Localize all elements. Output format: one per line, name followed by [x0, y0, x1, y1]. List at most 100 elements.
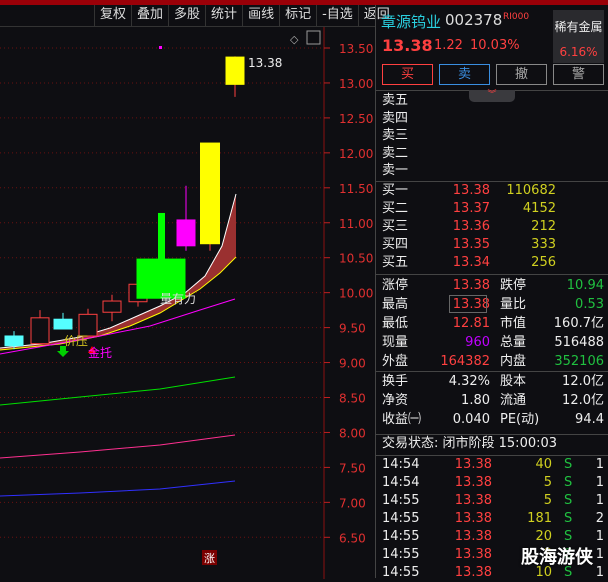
y-tick-label: 10.50	[339, 252, 373, 266]
tick-count: 1	[595, 475, 604, 490]
bid-volume: 333	[531, 237, 556, 252]
tick-price: 13.38	[454, 529, 492, 544]
divider	[376, 274, 608, 275]
ask-row: 卖一	[382, 162, 604, 180]
tick-price: 13.38	[454, 565, 492, 580]
bid-price: 13.34	[452, 255, 490, 270]
tick-side: S	[564, 493, 573, 508]
bid-label: 买五	[382, 255, 409, 270]
annotation-volume-strong: 量有力	[160, 292, 196, 306]
ask-label: 卖一	[382, 163, 409, 179]
toolbar-restore-rights[interactable]: 复权	[94, 5, 131, 26]
tick-price: 13.38	[454, 493, 492, 508]
status-row: 交易状态: 闭市阶段 15:00:03	[382, 435, 604, 453]
bid-volume: 110682	[506, 183, 556, 198]
ma-green-line	[0, 376, 236, 406]
tick-count: 1	[595, 493, 604, 508]
bid-row: 买五 13.34 256	[382, 254, 604, 272]
stat-row: 外盘 164382 内盘 352106	[382, 353, 604, 371]
tick-volume: 5	[543, 493, 552, 508]
y-tick-label: 8.50	[339, 392, 366, 406]
diamond-icon[interactable]: ◇	[290, 33, 299, 46]
sell-button[interactable]: 卖	[439, 64, 490, 85]
stat-value: 10.94	[566, 278, 604, 293]
stat-label: 流通	[500, 393, 527, 408]
toolbar-multi-stock[interactable]: 多股	[168, 5, 205, 26]
tick-count: 1	[595, 547, 604, 562]
limit-up-marker: 涨	[204, 552, 215, 565]
watermark: 股海游侠	[521, 547, 593, 568]
stat-value: 13.38	[452, 278, 490, 293]
toolbar-statistics[interactable]: 统计	[205, 5, 242, 26]
candle	[102, 294, 122, 322]
bid-price: 13.37	[452, 201, 490, 216]
last-price-label: 13.38	[248, 56, 282, 70]
alert-button[interactable]: 警	[553, 64, 604, 85]
tick-time: 14:55	[382, 529, 420, 544]
buy-button[interactable]: 买	[382, 64, 433, 85]
stat-value: 160.7亿	[553, 316, 604, 331]
toolbar-overlay[interactable]: 叠加	[131, 5, 168, 26]
stat-row: 现量 960 总量 516488	[382, 334, 604, 352]
y-tick-label: 8.00	[339, 426, 366, 440]
bid-price: 13.38	[452, 183, 490, 198]
tick-count: 1	[595, 565, 604, 580]
y-tick-label: 9.50	[339, 322, 366, 336]
sector-name: 稀有金属	[554, 20, 603, 34]
candle	[200, 142, 220, 251]
y-tick-label: 9.00	[339, 357, 366, 371]
bid-label: 买三	[382, 219, 409, 234]
bid-label: 买一	[382, 183, 409, 198]
bid-volume: 256	[531, 255, 556, 270]
toolbar-remove-watchlist[interactable]: -自选	[316, 5, 358, 26]
stat-value: 4.32%	[448, 374, 490, 389]
ma-blue-line	[0, 480, 236, 497]
toolbar-draw[interactable]: 画线	[242, 5, 279, 26]
kline-chart[interactable]: 价压 金托 量有力 13.38 ◇ 涨 13.50 13.00 12.50 12.00…	[0, 26, 375, 579]
stat-row: 最低 12.81 市值 160.7亿	[382, 315, 604, 333]
tick-count: 1	[595, 457, 604, 472]
stock-tag: RI000	[503, 12, 530, 22]
panel-toggle-icon[interactable]	[306, 30, 321, 45]
y-tick-label: 13.00	[339, 77, 373, 91]
stat-value: 960	[465, 335, 490, 350]
ask-row: 卖四	[382, 110, 604, 128]
stat-value: 12.0亿	[562, 393, 604, 408]
tick-price: 13.38	[454, 547, 492, 562]
stat-row: 最高 13.38 量比 0.53	[382, 296, 604, 314]
cancel-button[interactable]: 撤	[496, 64, 547, 85]
stat-label: 最低	[382, 316, 409, 331]
bid-volume: 212	[531, 219, 556, 234]
bid-volume: 4152	[522, 201, 556, 216]
ask-row: 卖三	[382, 127, 604, 145]
tick-row: 14:55 13.38 181 S 2	[382, 510, 604, 528]
annotation-price-pressure: 价压	[64, 334, 88, 348]
stat-row: 换手 4.32% 股本 12.0亿	[382, 373, 604, 391]
stat-label: 现量	[382, 335, 409, 350]
chart-toolbar: 复权 叠加 多股 统计 画线 标记 -自选 返回	[94, 5, 395, 26]
tick-row: 14:55 13.38 5 S 1	[382, 492, 604, 510]
bid-row: 买三 13.36 212	[382, 218, 604, 236]
stat-label: 跌停	[500, 278, 527, 293]
high-box	[449, 295, 487, 313]
marker-dot	[159, 46, 162, 49]
stat-row: 净资 1.80 流通 12.0亿	[382, 392, 604, 410]
y-tick-label: 12.00	[339, 147, 373, 161]
stat-row: 涨停 13.38 跌停 10.94	[382, 277, 604, 295]
stat-label: 最高	[382, 297, 409, 312]
tick-side: S	[564, 511, 573, 526]
tick-time: 14:55	[382, 511, 420, 526]
toolbar-mark[interactable]: 标记	[279, 5, 316, 26]
ask-label: 卖二	[382, 145, 409, 161]
ma-pink-line	[0, 434, 236, 459]
y-tick-label: 13.50	[339, 42, 373, 56]
stat-label: 总量	[500, 335, 527, 350]
stat-label: 净资	[382, 393, 409, 408]
divider	[376, 371, 608, 372]
sector-badge[interactable]: 稀有金属 6.16%	[553, 10, 604, 63]
ask-row: 卖五	[382, 92, 604, 110]
ask-row: 卖二	[382, 145, 604, 163]
trade-status: 交易状态: 闭市阶段 15:00:03	[382, 436, 558, 451]
stat-label: 股本	[500, 374, 527, 389]
bid-row: 买二 13.37 4152	[382, 200, 604, 218]
